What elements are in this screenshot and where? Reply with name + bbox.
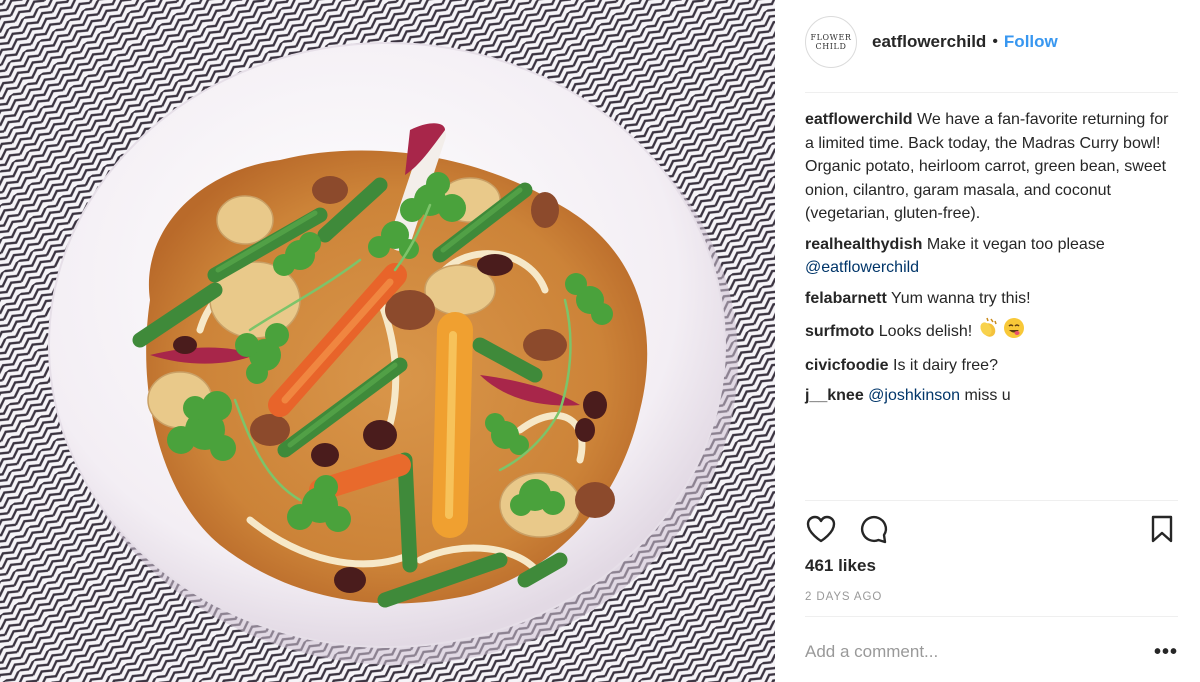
post-header: FLOWER CHILD eatflowerchild • Follow [805, 14, 1178, 70]
add-comment-input[interactable]: Add a comment... [805, 642, 1154, 662]
comment-username[interactable]: realhealthydish [805, 236, 922, 253]
yum-face-emoji-icon [1003, 317, 1025, 347]
comment-mention[interactable]: @eatflowerchild [805, 259, 919, 276]
comment-username[interactable]: j__knee [805, 387, 864, 404]
actions-divider [805, 500, 1178, 501]
comment-item: felabarnett Yum wanna try this! [805, 287, 1178, 311]
curry-bowl-photo [0, 0, 775, 682]
post-timestamp[interactable]: 2 DAYS AGO [805, 591, 882, 603]
caption-username[interactable]: eatflowerchild [805, 111, 913, 128]
avatar-text-bottom: CHILD [815, 42, 847, 51]
caption: eatflowerchild We have a fan-favorite re… [805, 108, 1178, 226]
clapping-hands-emoji-icon [977, 317, 999, 347]
avatar-text-top: FLOWER [810, 33, 852, 42]
speech-bubble-icon[interactable] [857, 512, 889, 546]
comment-text: Looks delish! [878, 323, 973, 340]
post-details-panel: FLOWER CHILD eatflowerchild • Follow eat… [775, 0, 1200, 682]
comment-item: realhealthydish Make it vegan too please… [805, 233, 1178, 280]
comment-box-divider [805, 616, 1178, 617]
comment-username[interactable]: surfmoto [805, 323, 874, 340]
follow-button[interactable]: Follow [1004, 32, 1058, 52]
comment-username[interactable]: felabarnett [805, 290, 887, 307]
bookmark-icon[interactable] [1146, 512, 1178, 546]
comment-item: j__knee @joshkinson miss u [805, 384, 1178, 408]
add-comment-bar: Add a comment... ••• [805, 640, 1178, 664]
comment-item: surfmoto Looks delish! [805, 317, 1178, 347]
header-username[interactable]: eatflowerchild [872, 32, 986, 52]
heart-outline-icon[interactable] [805, 512, 837, 546]
comment-text: Make it vegan too please [926, 235, 1105, 253]
avatar[interactable]: FLOWER CHILD [805, 16, 857, 68]
action-bar [805, 512, 1178, 548]
separator-dot: • [992, 33, 998, 50]
instagram-post: FLOWER CHILD eatflowerchild • Follow eat… [0, 0, 1200, 682]
comment-text: Yum wanna try this! [890, 289, 1031, 307]
more-options-icon[interactable]: ••• [1154, 642, 1178, 662]
header-divider [805, 92, 1178, 93]
likes-count[interactable]: 461 likes [805, 556, 876, 576]
comment-item: civicfoodie Is it dairy free? [805, 354, 1178, 378]
comment-mention[interactable]: @joshkinson [868, 387, 960, 404]
comments-list: eatflowerchild We have a fan-favorite re… [805, 108, 1178, 415]
comment-username[interactable]: civicfoodie [805, 357, 889, 374]
comment-text: miss u [964, 387, 1011, 404]
post-image[interactable] [0, 0, 775, 682]
comment-text: Is it dairy free? [893, 356, 998, 374]
